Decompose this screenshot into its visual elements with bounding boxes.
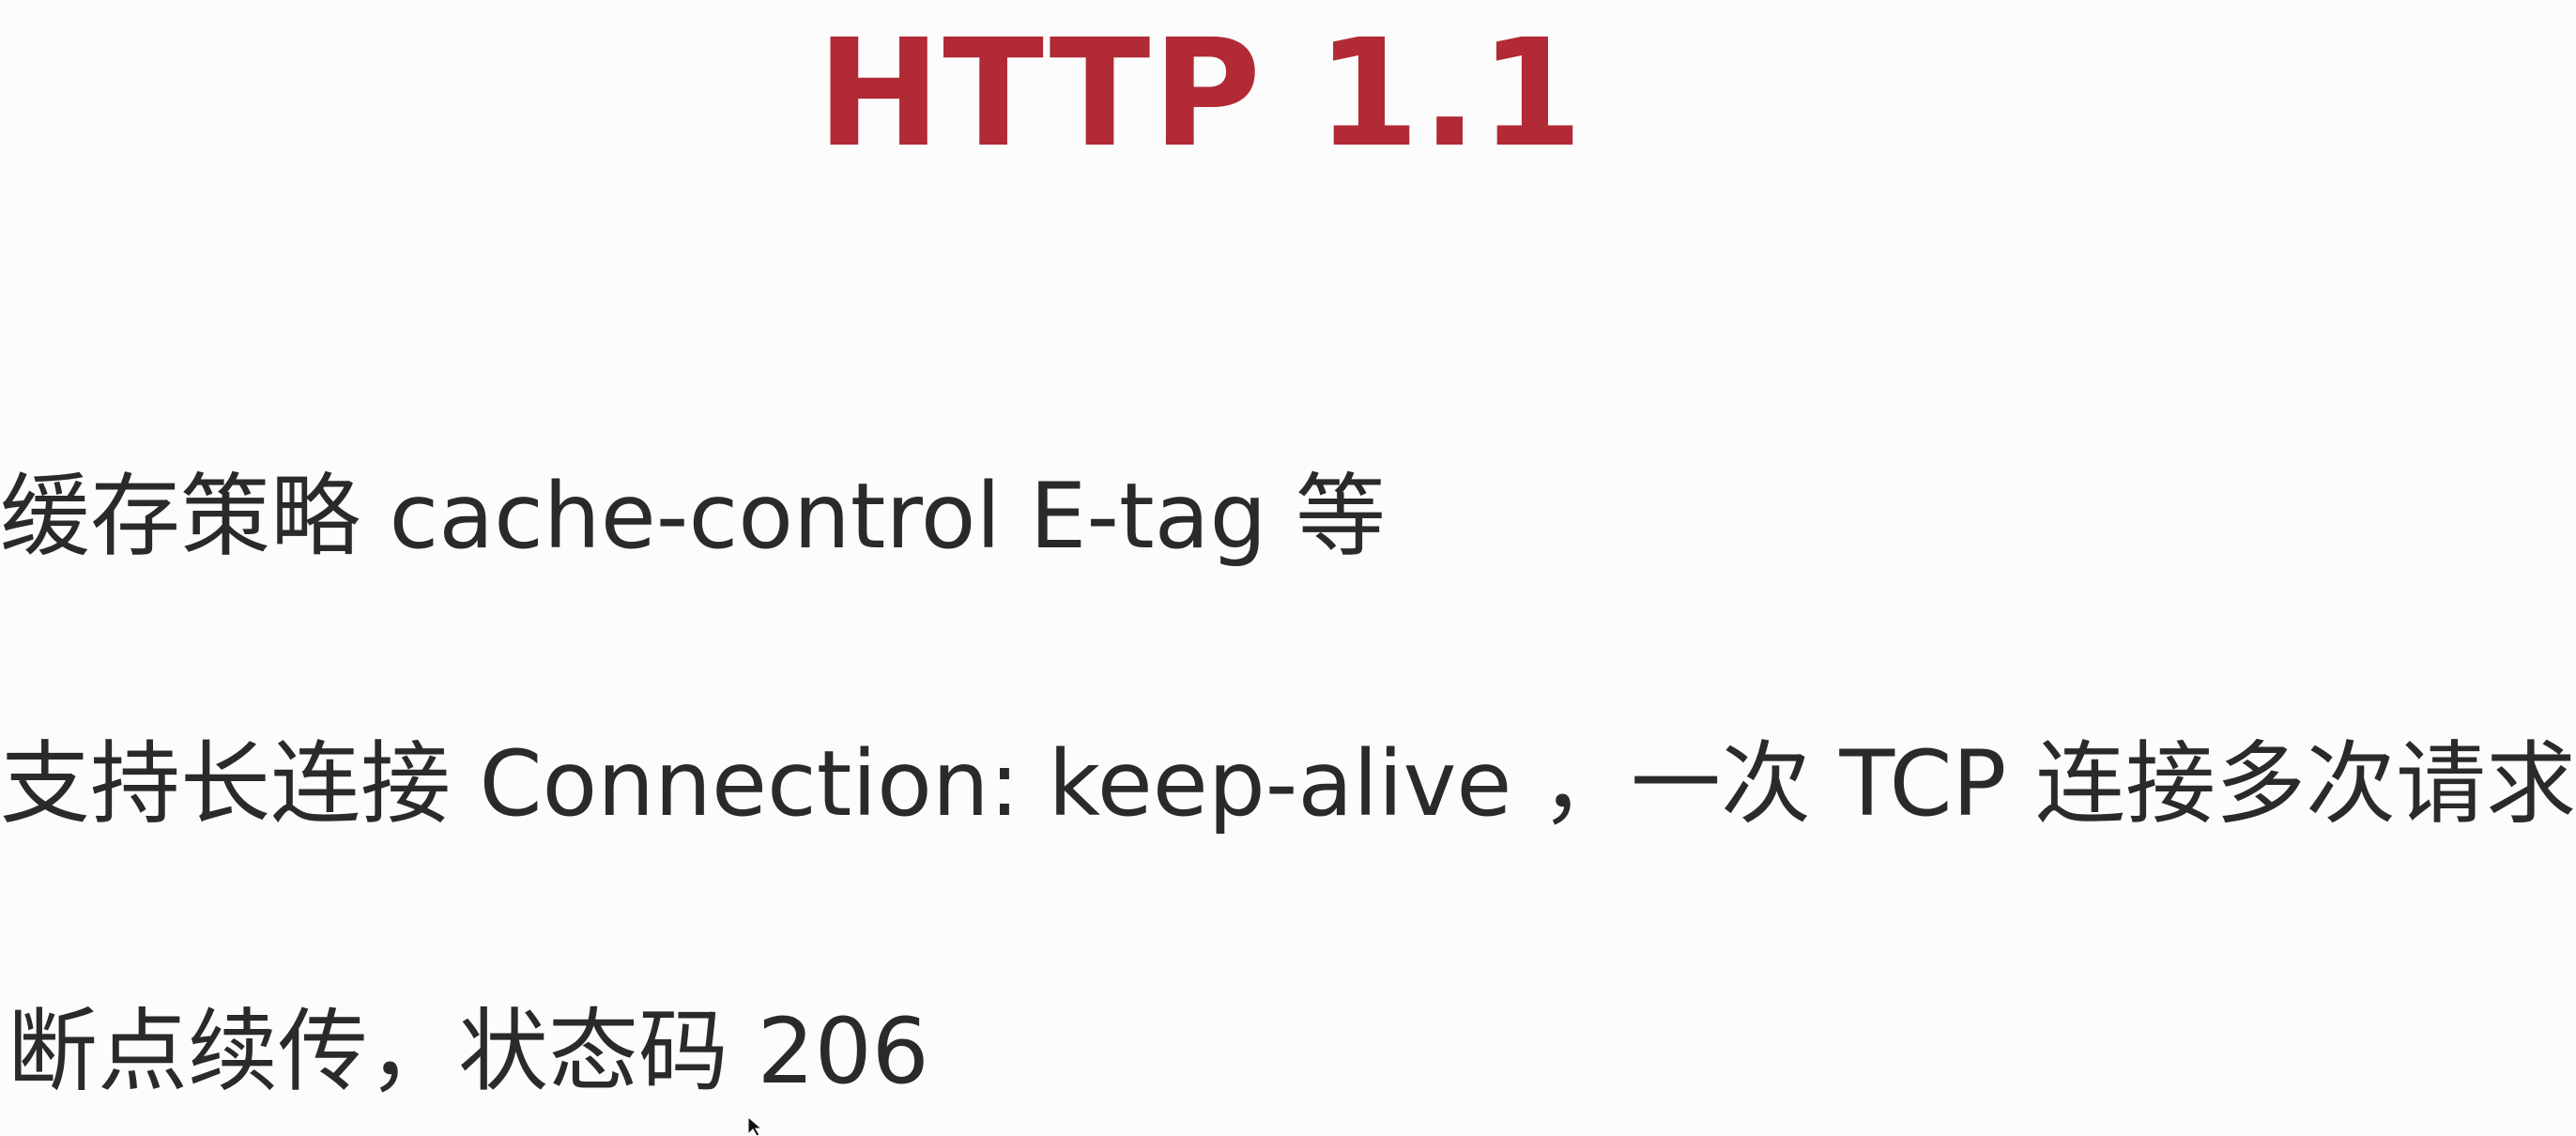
slide-title: HTTP 1.1 — [817, 8, 1586, 180]
bullet-cache-policy: 缓存策略 cache-control E-tag 等 — [0, 464, 1386, 569]
bullet-keep-alive: 支持长连接 Connection: keep-alive ，一次 TCP 连接多… — [0, 731, 2576, 837]
slide: HTTP 1.1 缓存策略 cache-control E-tag 等 支持长连… — [0, 0, 2576, 1136]
bullet-resume-download: 断点续传，状态码 206 — [8, 999, 929, 1104]
